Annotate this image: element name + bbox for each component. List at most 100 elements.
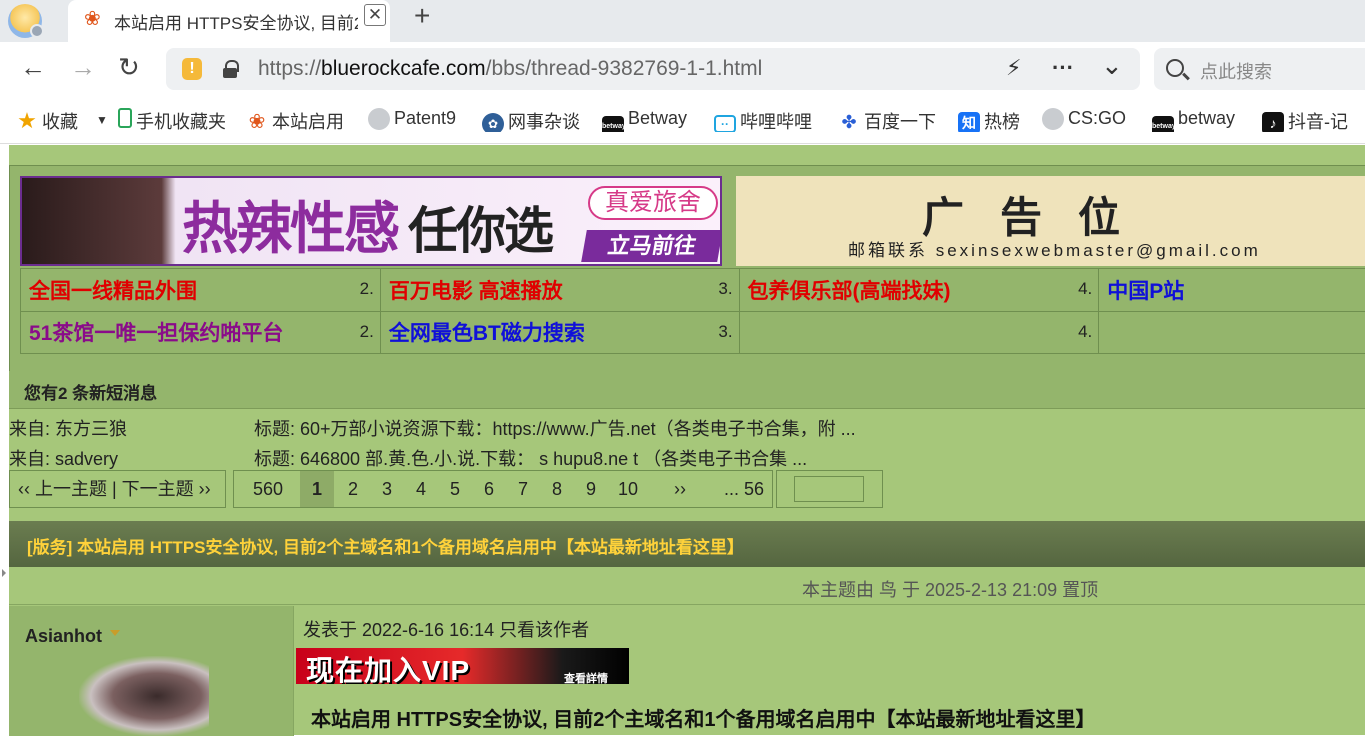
bookmark-csgo[interactable]: CS:GO — [1042, 108, 1132, 132]
page-link[interactable]: 7 — [508, 471, 538, 507]
bilibili-icon: ·· — [714, 115, 736, 132]
chevron-down-icon[interactable]: ⌄ — [1101, 50, 1123, 81]
post-title: 本站启用 HTTPS安全协议, 目前2个主域名和1个备用域名启用中【本站最新地址… — [311, 703, 1095, 732]
ad-link[interactable]: 百万电影 高速播放3. — [380, 269, 739, 312]
bookmark-site[interactable]: ❀本站启用 — [246, 108, 350, 132]
message-from[interactable]: 来自: 东方三狼 — [9, 415, 127, 441]
baidu-icon: ✤ — [838, 111, 860, 132]
bookmark-douyin[interactable]: ♪抖音-记 — [1262, 108, 1365, 132]
profile-avatar[interactable] — [8, 4, 42, 38]
thread-title-bar: [版务] 本站启用 HTTPS安全协议, 目前2个主域名和1个备用域名启用中【本… — [9, 521, 1365, 567]
forward-button[interactable]: → — [70, 52, 96, 82]
browser-toolbar: ← → ↻ ! https://bluerockcafe.com/bbs/thr… — [0, 42, 1365, 96]
ad-banner-placeholder[interactable]: 广告位 邮箱联系 sexinsexwebmaster@gmail.com — [736, 176, 1365, 266]
forum-page: 热辣性感任你选 真爱旅舍 立马前往 广告位 邮箱联系 sexinsexwebma… — [0, 145, 1365, 735]
new-tab-button[interactable]: + — [414, 0, 430, 32]
tab-title: 本站启用 HTTPS安全协议, 目前2个主域名和1个备用域名启用中 — [114, 9, 358, 34]
message-subject[interactable]: 标题: 60+万部小说资源下载：https://www.广告.net（各类电子书… — [254, 415, 856, 441]
ad-link[interactable]: 包养俱乐部(高端找妹)4. — [739, 269, 1099, 312]
side-collapse-handle[interactable] — [0, 145, 9, 735]
vip-banner[interactable]: 现在加入VIP 查看詳情 — [296, 648, 629, 684]
tab-close-icon[interactable]: ✕ — [364, 4, 386, 26]
ad-link[interactable]: 全网最色BT磁力搜索3. — [380, 311, 739, 354]
bookmark-baidu[interactable]: ✤百度一下 — [838, 108, 940, 132]
tab-active[interactable]: ❀ 本站启用 HTTPS安全协议, 目前2个主域名和1个备用域名启用中 ✕ — [68, 0, 390, 42]
site-icon: ❀ — [246, 111, 268, 132]
ad-link[interactable]: 4. — [739, 311, 1099, 354]
next-page-link[interactable]: ›› — [662, 471, 698, 507]
bookmark-patent[interactable]: Patent9 — [368, 108, 460, 132]
ad-links-grid: 全国一线精品外围2. 百万电影 高速播放3. 包养俱乐部(高端找妹)4. 中国P… — [20, 268, 1365, 354]
profile-badge-icon — [30, 24, 44, 38]
globe-icon — [368, 108, 390, 130]
sticky-note-row: 本主题由 鸟 于 2025-2-13 21:09 置顶 — [9, 567, 1365, 605]
more-icon[interactable]: ··· — [1052, 55, 1074, 81]
reload-button[interactable]: ↻ — [118, 52, 140, 82]
url-scheme: https:// — [258, 57, 321, 80]
lock-icon[interactable] — [222, 60, 238, 78]
url-text[interactable]: https://bluerockcafe.com/bbs/thread-9382… — [258, 57, 762, 81]
ad-link[interactable]: 中国P站 — [1099, 269, 1365, 312]
ad-link[interactable]: 51茶馆一唯一担保约啪平台2. — [21, 311, 381, 354]
bookmarks-bar: ★收藏▼ 手机收藏夹 ❀本站启用 Patent9 ✿网事杂谈 betwayBet… — [0, 96, 1365, 144]
ad-banner-hotel[interactable]: 热辣性感任你选 真爱旅舍 立马前往 — [20, 176, 722, 266]
page-link[interactable]: 2 — [338, 471, 368, 507]
page-link[interactable]: 5 — [440, 471, 470, 507]
tab-bar: ❀ 本站启用 HTTPS安全协议, 目前2个主域名和1个备用域名启用中 ✕ + — [0, 0, 1365, 42]
page-link[interactable]: 9 — [576, 471, 606, 507]
avatar[interactable] — [79, 656, 209, 736]
ad-pill: 真爱旅舍 — [588, 186, 718, 220]
bookmark-betway[interactable]: betwayBetway — [602, 108, 696, 132]
page-current: 1 — [300, 471, 334, 507]
message-subject[interactable]: 标题: 646800 部.黄.色.小.说.下载： s hupu8.ne t （各… — [254, 445, 807, 471]
pagination: 560 1 2 3 4 5 6 7 8 9 10 ›› ... 56 — [233, 470, 773, 508]
author-name[interactable]: Asianhot — [25, 626, 102, 647]
search-icon — [1166, 59, 1184, 77]
chevron-down-icon[interactable]: ▼ — [96, 113, 108, 127]
author-menu-icon[interactable] — [110, 630, 120, 636]
ad-cta: 立马前往 — [581, 230, 722, 262]
vip-banner-text: 现在加入VIP — [306, 649, 470, 684]
address-bar[interactable]: ! https://bluerockcafe.com/bbs/thread-93… — [166, 48, 1140, 90]
search-box[interactable]: 点此搜索 — [1154, 48, 1365, 90]
ad-link[interactable] — [1099, 311, 1365, 354]
message-from[interactable]: 来自: sadvery — [9, 445, 118, 471]
new-messages-header: 您有2 条新短消息 — [9, 371, 1365, 409]
ad-headline: 热辣性感任你选 — [182, 184, 552, 265]
prev-next-thread[interactable]: ‹‹ 上一主题 | 下一主题 ›› — [9, 470, 226, 508]
back-button[interactable]: ← — [20, 52, 46, 82]
douyin-icon: ♪ — [1262, 112, 1284, 132]
zhihu-icon: 知 — [958, 112, 980, 132]
bolt-icon[interactable]: ⚡ — [1006, 55, 1021, 81]
ad-links-row: 全国一线精品外围2. 百万电影 高速播放3. 包养俱乐部(高端找妹)4. 中国P… — [21, 269, 1365, 312]
security-warning-icon[interactable]: ! — [182, 58, 202, 80]
post-author-column: Asianhot — [9, 606, 294, 736]
bookmark-wangshi[interactable]: ✿网事杂谈 — [482, 108, 584, 132]
page-link[interactable]: 10 — [610, 471, 646, 507]
bookmark-zhihu[interactable]: 知热榜 — [958, 108, 1028, 132]
page-link[interactable]: 4 — [406, 471, 436, 507]
bookmark-bilibili[interactable]: ··哔哩哔哩 — [714, 108, 818, 132]
betway-icon: betway — [1152, 116, 1174, 132]
last-page-link[interactable]: ... 56 — [714, 471, 774, 507]
page-jump-input[interactable] — [794, 476, 864, 502]
site-favicon-icon: ❀ — [84, 6, 101, 31]
bookmark-betway-2[interactable]: betwaybetway — [1152, 108, 1246, 132]
vip-banner-sub: 查看詳情 — [564, 670, 608, 684]
page-jump — [776, 470, 883, 508]
ad-link[interactable]: 全国一线精品外围2. — [21, 269, 381, 312]
page-link[interactable]: 8 — [542, 471, 572, 507]
bookmark-favorites[interactable]: ★收藏▼ — [16, 108, 110, 132]
thread-title: [版务] 本站启用 HTTPS安全协议, 目前2个主域名和1个备用域名启用中【本… — [27, 533, 744, 558]
ad-slot-contact: 邮箱联系 sexinsexwebmaster@gmail.com — [848, 236, 1261, 261]
bookmark-mobile[interactable]: 手机收藏夹 — [118, 108, 234, 132]
search-placeholder: 点此搜索 — [1200, 58, 1272, 84]
ad-links-row: 51茶馆一唯一担保约啪平台2. 全网最色BT磁力搜索3. 4. — [21, 311, 1365, 354]
ad-frame: 热辣性感任你选 真爱旅舍 立马前往 广告位 邮箱联系 sexinsexwebma… — [9, 165, 1365, 390]
page-link[interactable]: 560 — [242, 471, 294, 507]
post-meta: 发表于 2022-6-16 16:14 只看该作者 — [303, 616, 589, 642]
page-link[interactable]: 3 — [372, 471, 402, 507]
page-link[interactable]: 6 — [474, 471, 504, 507]
betway-icon: betway — [602, 116, 624, 132]
sticky-note: 本主题由 鸟 于 2025-2-13 21:09 置顶 — [802, 576, 1098, 602]
